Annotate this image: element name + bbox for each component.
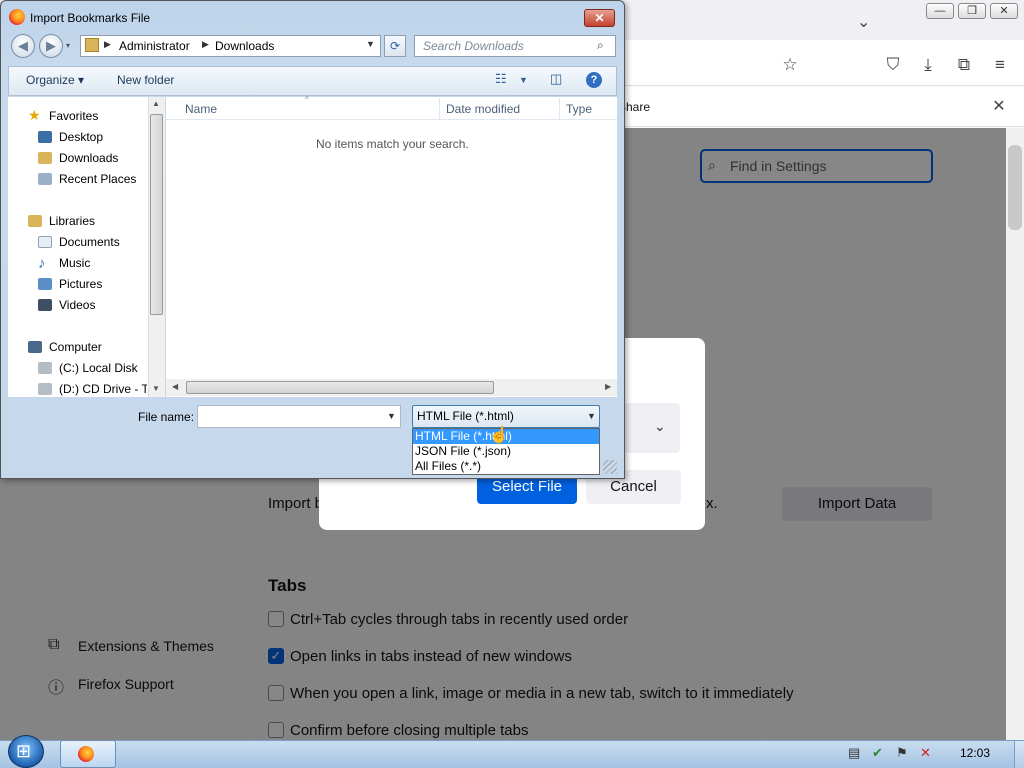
scroll-right-icon[interactable]: ▶ [605, 382, 611, 391]
forward-button[interactable]: ▶ [39, 34, 63, 58]
pocket-icon[interactable]: ⛉ [883, 55, 903, 75]
chevron-down-icon[interactable]: ▼ [587, 411, 596, 421]
maximize-button[interactable]: ❐ [958, 3, 986, 19]
nav-cd-drive[interactable]: (D:) CD Drive - Ti [59, 382, 147, 396]
local-disk-icon [38, 362, 52, 374]
file-type-option-json[interactable]: JSON File (*.json) [413, 444, 599, 459]
recent-pages-chevron-icon[interactable]: ▾ [66, 41, 70, 50]
close-notice-icon[interactable]: ✕ [990, 96, 1008, 116]
scroll-left-icon[interactable]: ◀ [172, 382, 178, 391]
scroll-down-icon[interactable]: ▼ [152, 384, 160, 393]
refresh-button[interactable]: ⟳ [384, 35, 406, 57]
action-center-flag-icon[interactable]: ⚑ [896, 745, 908, 761]
desktop-icon [38, 131, 52, 143]
nav-videos[interactable]: Videos [59, 298, 95, 312]
nav-desktop[interactable]: Desktop [59, 130, 103, 144]
firefox-logo-icon [9, 9, 25, 25]
nav-documents[interactable]: Documents [59, 235, 120, 249]
column-separator[interactable] [439, 98, 440, 119]
security-icon[interactable]: ✔ [872, 745, 883, 761]
chevron-down-icon: ⌄ [654, 418, 666, 434]
nav-computer[interactable]: Computer [49, 340, 102, 354]
dialog-title: Import Bookmarks File [30, 11, 151, 25]
clock[interactable]: 12:03 [960, 746, 990, 760]
pictures-icon [38, 278, 52, 290]
downloads-icon[interactable]: ⤓ [918, 55, 938, 75]
file-list-hscrollbar-thumb[interactable] [186, 381, 494, 394]
chevron-down-icon[interactable]: ▼ [519, 75, 528, 85]
breadcrumb-arrow-icon[interactable]: ▶ [202, 39, 209, 50]
menu-icon[interactable]: ≡ [990, 55, 1010, 75]
windows-logo-icon: ⊞ [16, 741, 32, 761]
column-header [166, 97, 617, 120]
nav-scrollbar-thumb[interactable] [150, 114, 163, 315]
file-name-label: File name: [138, 410, 195, 424]
extensions-icon[interactable]: ⧉ [954, 55, 974, 75]
empty-message: No items match your search. [316, 137, 469, 151]
cd-drive-icon [38, 383, 52, 395]
search-downloads-input[interactable]: Search Downloads [414, 35, 616, 57]
column-date-modified[interactable]: Date modified [446, 102, 520, 116]
file-type-option-all[interactable]: All Files (*.*) [413, 459, 599, 474]
breadcrumb-administrator[interactable]: Administrator [119, 39, 190, 53]
nav-recent-places[interactable]: Recent Places [59, 172, 136, 186]
libraries-icon [28, 215, 42, 227]
scroll-up-icon[interactable]: ▲ [152, 99, 160, 108]
column-separator[interactable] [559, 98, 560, 119]
breadcrumb-arrow-icon[interactable]: ▶ [104, 39, 111, 50]
videos-icon [38, 299, 52, 311]
file-name-input[interactable] [197, 405, 401, 428]
resize-grip[interactable] [603, 460, 617, 474]
taskbar [0, 740, 1024, 768]
import-source-select[interactable] [624, 403, 680, 453]
new-folder-button[interactable]: New folder [117, 73, 174, 87]
music-icon: ♪ [38, 255, 46, 272]
preview-pane-icon[interactable]: ◫ [550, 71, 562, 87]
nav-downloads[interactable]: Downloads [59, 151, 118, 165]
nav-local-disk[interactable]: (C:) Local Disk [59, 361, 138, 375]
tab-list-chevron-icon[interactable]: ⌄ [857, 12, 870, 32]
close-window-button[interactable]: ✕ [990, 3, 1018, 19]
column-name[interactable]: Name [185, 102, 217, 116]
organize-button[interactable]: Organize ▾ [26, 73, 84, 87]
dialog-close-button[interactable]: ✕ [584, 9, 615, 27]
bookmark-star-icon[interactable]: ☆ [780, 55, 800, 75]
nav-pictures[interactable]: Pictures [59, 277, 102, 291]
page-scrollbar-thumb[interactable] [1008, 145, 1022, 230]
nav-favorites[interactable]: Favorites [49, 109, 98, 123]
organize-label: Organize [26, 73, 75, 87]
notification-icon[interactable]: ▤ [848, 745, 860, 761]
computer-icon [28, 341, 42, 353]
minimize-button[interactable]: — [926, 3, 954, 19]
view-options-icon[interactable]: ☷ [495, 71, 507, 87]
recent-places-icon [38, 173, 52, 185]
search-icon: ⌕ [597, 38, 604, 52]
chevron-down-icon[interactable]: ▼ [387, 411, 396, 421]
show-desktop-button[interactable] [1014, 741, 1024, 768]
chevron-down-icon[interactable]: ▼ [366, 39, 375, 49]
downloads-folder-icon [38, 152, 52, 164]
column-type[interactable]: Type [566, 102, 592, 116]
breadcrumb-downloads[interactable]: Downloads [215, 39, 274, 53]
folder-icon [85, 38, 99, 52]
nav-libraries[interactable]: Libraries [49, 214, 95, 228]
favorites-star-icon: ★ [28, 107, 41, 123]
help-icon[interactable]: ? [586, 72, 602, 88]
back-button[interactable]: ◀ [11, 34, 35, 58]
nav-music[interactable]: Music [59, 256, 90, 270]
mouse-cursor-icon: ☝ [489, 427, 509, 444]
volume-muted-icon[interactable]: ✕ [920, 745, 931, 761]
firefox-logo-icon [78, 746, 94, 762]
sort-arrow-icon: ^ [305, 95, 309, 104]
documents-icon [38, 236, 52, 248]
